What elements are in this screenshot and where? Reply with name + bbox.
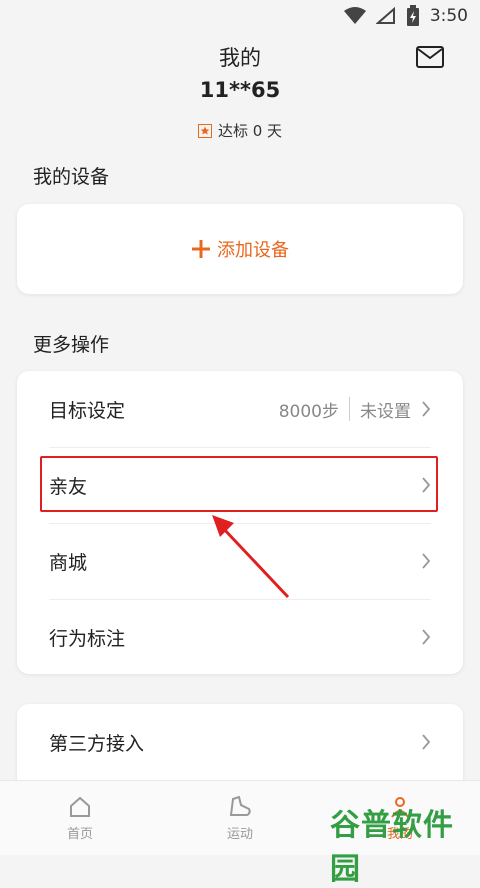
home-icon [70,796,90,817]
tab-label: 首页 [66,826,93,842]
add-device-button[interactable]: 添加设备 [17,204,463,294]
behavior-tag-row[interactable]: 行为标注 [17,599,463,675]
page-title: 我的 [219,46,261,70]
user-id: 11**65 [199,78,281,102]
chevron-right-icon [422,401,431,417]
devices-section-title: 我的设备 [33,166,110,188]
tab-home[interactable]: 首页 [0,781,160,855]
devices-card: 添加设备 [17,204,463,294]
tab-label: 运动 [226,826,253,842]
goal-value: 8000步 [278,401,339,422]
star-badge-icon [197,123,212,138]
shoe-icon [229,795,251,816]
third-party-row[interactable]: 第三方接入 [17,704,463,780]
tab-sport[interactable]: 运动 [160,781,320,855]
mail-icon[interactable] [416,46,444,68]
add-device-label: 添加设备 [217,240,289,261]
annotation-arrow-icon [212,515,290,599]
watermark-logo: 谷普软件园 [330,808,454,887]
battery-icon [406,5,419,26]
status-time: 3:50 [429,6,468,26]
goal-setting-row[interactable]: 目标设定 8000步 未设置 [17,371,463,447]
signal-icon [375,7,395,24]
chevron-right-icon [422,734,431,750]
streak-label: 达标 0 天 [217,122,283,140]
highlight-box [40,456,438,512]
goal-status: 未设置 [360,401,411,422]
row-label: 行为标注 [49,627,126,650]
streak-info: 达标 0 天 [0,120,480,141]
chevron-right-icon [422,553,431,569]
status-bar: 3:50 [0,0,480,32]
row-label: 商城 [49,551,88,574]
row-label: 第三方接入 [49,732,145,755]
divider [349,397,350,421]
wifi-icon [343,7,366,24]
chevron-right-icon [422,629,431,645]
row-label: 目标设定 [49,399,126,422]
plus-icon [192,240,210,258]
more-section-title: 更多操作 [33,334,110,356]
